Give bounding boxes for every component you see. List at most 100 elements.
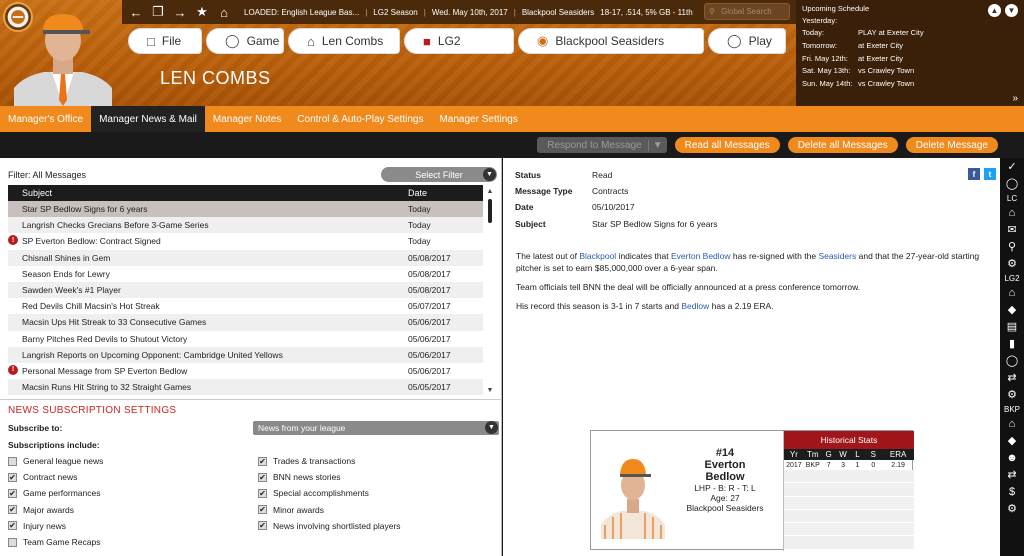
team-link[interactable]: Seasiders <box>818 251 856 261</box>
table-row[interactable]: Chisnall Shines in Gem 05/08/2017 <box>8 249 483 266</box>
table-row[interactable]: Macsin Runs Hit String to 32 Straight Ga… <box>8 379 483 396</box>
checkbox[interactable]: ✔ <box>258 488 267 498</box>
subscription-checkbox[interactable]: ✔ Injury news <box>8 518 248 534</box>
badge-icon[interactable]: ◆ <box>1008 301 1016 318</box>
column-date[interactable]: Date <box>408 188 483 198</box>
schedule-game[interactable]: at Exeter City <box>858 41 903 50</box>
global-search-input[interactable]: ⚲ Global Search <box>704 3 790 20</box>
read-all-messages-button[interactable]: Read all Messages <box>674 137 780 153</box>
delete-all-messages-button[interactable]: Delete all Messages <box>787 137 898 153</box>
checkbox[interactable]: ✔ <box>8 488 17 498</box>
table-row[interactable]: Season Ends for Lewry 05/08/2017 <box>8 266 483 282</box>
more-chevron-icon[interactable]: » <box>1012 93 1018 104</box>
table-row[interactable]: Macsin Ups Hit Streak to 33 Consecutive … <box>8 314 483 331</box>
globe-icon[interactable]: ◯ <box>1006 175 1018 192</box>
table-row[interactable]: Sawden Week's #1 Player 05/08/2017 <box>8 281 483 299</box>
scroll-up-icon[interactable]: ▲ <box>486 188 494 195</box>
check-icon[interactable]: ✓ <box>1007 158 1016 175</box>
player-photo[interactable] <box>601 447 665 539</box>
subscription-checkbox[interactable]: ✔ Major awards <box>8 502 248 518</box>
select-filter-dropdown[interactable]: Select Filter ▼ <box>381 167 497 182</box>
badge-icon[interactable]: ◆ <box>1008 432 1016 449</box>
play-button[interactable]: ◯ Play <box>708 28 786 54</box>
game-button[interactable]: ◯ Game <box>206 28 284 54</box>
document-icon[interactable]: ▤ <box>1007 318 1017 335</box>
menu-item[interactable]: Manager News & Mail <box>91 106 205 132</box>
people-icon[interactable]: ☻ <box>1006 449 1018 466</box>
back-arrow-icon[interactable]: ← <box>128 4 144 20</box>
respond-to-message-button[interactable]: Respond to Message ▼ <box>537 137 667 153</box>
scroll-down-icon[interactable]: ▼ <box>486 387 494 394</box>
table-row[interactable]: ! Personal Message from SP Everton Bedlow… <box>8 363 483 379</box>
league-button[interactable]: ■ LG2 <box>404 28 514 54</box>
checkbox[interactable] <box>8 537 17 547</box>
schedule-game[interactable]: vs Crawley Town <box>858 79 914 88</box>
transfer-icon[interactable]: ⇄ <box>1007 466 1016 483</box>
checkbox[interactable]: ✔ <box>8 521 17 531</box>
gear-icon[interactable]: ⚙ <box>1007 500 1017 517</box>
schedule-game[interactable]: at Exeter City <box>858 54 903 63</box>
subscription-checkbox[interactable]: Team Game Recaps <box>8 534 248 550</box>
table-row[interactable]: Star SP Bedlow Signs for 6 years Today <box>8 201 483 218</box>
menu-item[interactable]: Manager Settings <box>431 106 525 132</box>
subscription-source-dropdown[interactable]: News from your league ▼ <box>253 421 499 435</box>
file-button[interactable]: □ File <box>128 28 202 54</box>
copy-icon[interactable]: ❐ <box>150 4 166 20</box>
subscription-checkbox[interactable]: ✔ Special accomplishments <box>258 485 498 501</box>
checkbox[interactable]: ✔ <box>258 456 267 466</box>
bar-chart-icon[interactable]: ▮ <box>1009 335 1015 352</box>
home-icon[interactable]: ⌂ <box>1009 204 1016 221</box>
menu-item[interactable]: Manager's Office <box>0 106 91 132</box>
checkbox[interactable] <box>8 456 17 466</box>
table-row[interactable]: ! SP Everton Bedlow: Contract Signed Today <box>8 233 483 249</box>
home-icon[interactable]: ⌂ <box>1009 284 1016 301</box>
subscription-checkbox[interactable]: ✔ Game performances <box>8 485 248 501</box>
schedule-day: Sun. May 14th: <box>802 78 853 88</box>
collapse-up-icon[interactable]: ▲ <box>988 4 1001 17</box>
player-button[interactable]: ⌂ Len Combs <box>288 28 400 54</box>
subscription-checkbox[interactable]: ✔ Trades & transactions <box>258 453 498 469</box>
message-list-scrollbar[interactable]: ▲ ▼ <box>486 188 494 396</box>
table-row[interactable]: Langrish Checks Grecians Before 3-Game S… <box>8 217 483 234</box>
star-icon[interactable]: ★ <box>194 4 210 20</box>
checkbox[interactable]: ✔ <box>258 521 267 531</box>
table-row[interactable]: Langrish Reports on Upcoming Opponent: C… <box>8 346 483 363</box>
team-link[interactable]: Blackpool <box>579 251 616 261</box>
schedule-game[interactable]: PLAY at Exeter City <box>858 28 924 37</box>
twitter-icon[interactable]: t <box>984 168 996 180</box>
menu-item[interactable]: Manager Notes <box>205 106 289 132</box>
subscription-checkbox[interactable]: General league news <box>8 453 248 469</box>
player-last-name[interactable]: Bedlow <box>671 471 779 483</box>
transfer-icon[interactable]: ⇄ <box>1007 369 1016 386</box>
dollar-icon[interactable]: $ <box>1009 483 1015 500</box>
checkbox[interactable]: ✔ <box>258 505 267 515</box>
schedule-game[interactable]: vs Crawley Town <box>858 66 914 75</box>
subscription-checkbox[interactable]: ✔ News involving shortlisted players <box>258 518 498 534</box>
checkbox[interactable]: ✔ <box>8 505 17 515</box>
scroll-thumb[interactable] <box>488 199 492 223</box>
home-icon[interactable]: ⌂ <box>216 4 232 20</box>
expand-down-icon[interactable]: ▼ <box>1005 4 1018 17</box>
table-row[interactable]: Red Devils Chill Macsin's Hot Streak 05/0… <box>8 298 483 314</box>
checkbox[interactable]: ✔ <box>8 472 17 482</box>
menu-item[interactable]: Control & Auto-Play Settings <box>289 106 431 132</box>
mail-icon[interactable]: ✉ <box>1007 221 1016 238</box>
column-subject[interactable]: Subject <box>8 188 408 198</box>
forward-arrow-icon[interactable]: → <box>172 4 188 20</box>
search-icon[interactable]: ⚲ <box>1008 238 1016 255</box>
subscription-checkbox[interactable]: ✔ BNN news stories <box>258 469 498 485</box>
facebook-icon[interactable]: f <box>968 168 980 180</box>
table-row[interactable]: Barny Pitches Red Devils to Shutout Vict… <box>8 331 483 347</box>
team-button[interactable]: ◉ Blackpool Seasiders <box>518 28 704 54</box>
player-link[interactable]: Bedlow <box>681 301 709 311</box>
home-icon[interactable]: ⌂ <box>1009 415 1016 432</box>
baseball-icon[interactable]: ◯ <box>1006 352 1018 369</box>
player-first-name[interactable]: Everton <box>671 459 779 471</box>
checkbox[interactable]: ✔ <box>258 472 267 482</box>
delete-message-button[interactable]: Delete Message <box>905 137 998 153</box>
gear-icon[interactable]: ⚙ <box>1007 255 1017 272</box>
subscription-checkbox[interactable]: ✔ Minor awards <box>258 502 498 518</box>
player-link[interactable]: Everton Bedlow <box>671 251 731 261</box>
gear-icon[interactable]: ⚙ <box>1007 386 1017 403</box>
subscription-checkbox[interactable]: ✔ Contract news <box>8 469 248 485</box>
